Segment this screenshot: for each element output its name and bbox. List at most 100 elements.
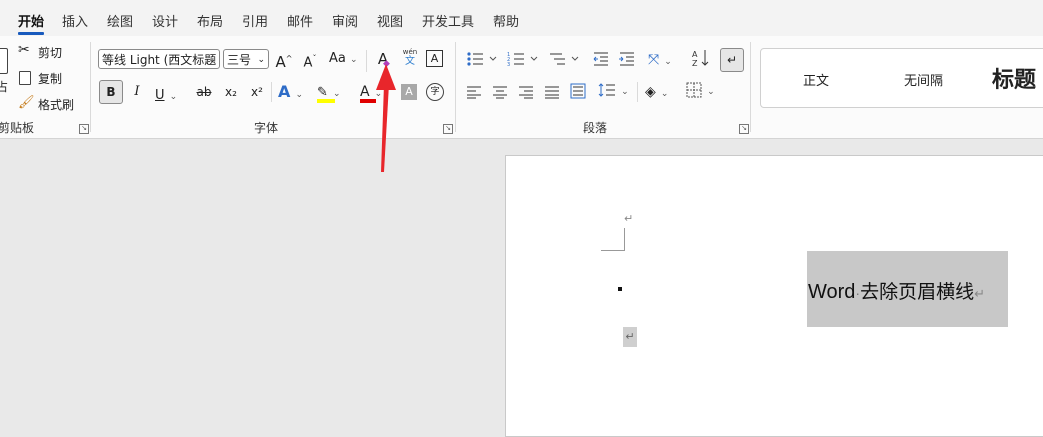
enclose-characters-icon: 字 [430,87,440,97]
bullets-button[interactable] [466,51,498,71]
superscript-button[interactable]: x² [246,81,268,103]
borders-button[interactable]: ⌄ [686,82,715,102]
paragraph-mark-icon: ↵ [726,53,738,67]
sort-icon: AZ [692,50,709,68]
justify-icon [545,86,559,99]
text-effects-icon: A [278,82,291,101]
style-no-spacing[interactable]: 无间隔 [904,70,943,89]
underline-button[interactable]: U ⌄ [155,84,177,103]
document-page[interactable]: ↵ Word·去除页眉横线↵ ↵ [505,155,1043,437]
font-name-value: 等线 Light (西文标题 [102,53,217,67]
annotation-arrow-icon [376,64,396,172]
grow-font-button[interactable]: A^ [273,48,295,71]
ribbon-tab-bar: 开始 插入 绘图 设计 布局 引用 邮件 审阅 视图 开发工具 帮助 [0,0,1043,36]
show-formatting-marks-button[interactable]: ↵ [720,48,744,72]
highlighter-icon: ✎ [317,85,328,100]
style-normal[interactable]: 正文 [803,70,829,89]
change-case-icon: Aa [329,51,346,66]
sort-button[interactable]: AZ [692,48,710,72]
clipboard-launcher-icon[interactable]: ↘ [79,124,89,134]
tab-design[interactable]: 设计 [152,11,178,30]
chevron-down-icon: ⌄ [208,55,216,65]
paragraph-mark: ↵ [974,286,986,301]
text-direction-button[interactable]: ⤧ ⌄ [648,49,672,68]
subscript-button[interactable]: x₂ [220,81,242,103]
character-shading-button[interactable]: A [401,84,417,100]
font-size-combo[interactable]: 三号 ⌄ [223,49,269,69]
paste-label-fragment: 占 [0,80,9,94]
justify-button[interactable] [544,84,560,103]
chevron-down-icon: ⌄ [169,92,178,102]
cut-label: 剪切 [38,46,63,60]
chevron-down-icon: ⌄ [707,87,715,97]
tab-insert[interactable]: 插入 [62,11,88,30]
tab-draw[interactable]: 绘图 [107,11,133,30]
line-spacing-button[interactable]: ⌄ [598,82,629,102]
chevron-down-icon: ⌄ [350,55,358,65]
align-left-button[interactable] [466,84,482,103]
text-effects-button[interactable]: A ⌄ [278,82,303,101]
phonetic-guide-button[interactable]: wén 文 [400,48,420,67]
style-heading[interactable]: 标题 [992,62,1036,94]
change-case-button[interactable]: Aa ⌄ [329,51,358,66]
group-separator [455,42,456,132]
active-tab-indicator [18,32,44,35]
highlight-button[interactable]: ✎ ⌄ [317,81,341,103]
toolbar-separator [637,82,638,102]
chevron-down-icon: ⌄ [664,57,672,67]
group-separator [90,42,91,132]
tab-home[interactable]: 开始 [18,11,44,30]
character-border-button[interactable]: A [426,50,443,67]
tab-layout[interactable]: 布局 [197,11,223,30]
strikethrough-icon: ab [196,85,212,99]
align-center-button[interactable] [492,84,508,103]
multilevel-list-button[interactable] [548,51,580,71]
numbering-button[interactable]: 1 2 3 [507,51,539,71]
paint-bucket-icon: ◈ [645,84,656,100]
tab-mailings[interactable]: 邮件 [287,11,313,30]
tab-help[interactable]: 帮助 [493,11,519,30]
decrease-indent-button[interactable] [592,51,610,71]
increase-indent-icon [619,52,634,66]
align-right-button[interactable] [518,84,534,103]
paste-icon[interactable] [0,48,8,74]
toolbar-separator [366,50,367,72]
font-name-combo[interactable]: 等线 Light (西文标题 ⌄ [98,49,220,69]
tab-references[interactable]: 引用 [242,11,268,30]
shading-button[interactable]: ◈ ⌄ [645,81,668,100]
styles-gallery: 正文 无间隔 标题 [760,48,1043,108]
distributed-button[interactable] [570,83,586,103]
tab-developer[interactable]: 开发工具 [422,11,474,30]
strikethrough-button[interactable]: ab [193,81,215,103]
line-spacing-icon [598,83,615,97]
font-size-value: 三号 [227,53,252,67]
format-painter-label: 格式刷 [38,98,75,112]
toolbar-separator [271,82,272,102]
svg-text:3: 3 [507,62,510,67]
enclose-characters-button[interactable]: 字 [426,83,444,101]
bold-icon: B [106,85,116,99]
increase-indent-button[interactable] [618,51,636,71]
multilevel-list-icon [550,53,579,65]
chevron-down-icon: ⌄ [295,90,304,100]
tab-view[interactable]: 视图 [377,11,403,30]
svg-text:A: A [692,50,698,59]
bullet-mark [618,287,622,291]
borders-icon [686,82,702,98]
underline-icon: U [155,88,165,103]
margin-corner-marker [601,228,625,251]
copy-label: 复制 [38,72,63,86]
paragraph-launcher-icon[interactable]: ↘ [739,124,749,134]
distributed-icon [570,83,586,99]
paintbrush-icon: 🖌 [18,95,35,110]
phonetic-guide-icon: 文 [405,56,415,67]
font-launcher-icon[interactable]: ↘ [443,124,453,134]
font-color-icon: A [360,84,370,100]
header-text-word: Word [808,281,856,303]
selected-paragraph-mark: ↵ [623,327,637,347]
bold-button[interactable]: B [99,80,123,104]
tab-review[interactable]: 审阅 [332,11,358,30]
italic-button[interactable]: I [126,81,148,103]
header-text-selection[interactable]: Word·去除页眉横线↵ [807,251,1008,327]
shrink-font-button[interactable]: Aˇ [299,48,321,70]
